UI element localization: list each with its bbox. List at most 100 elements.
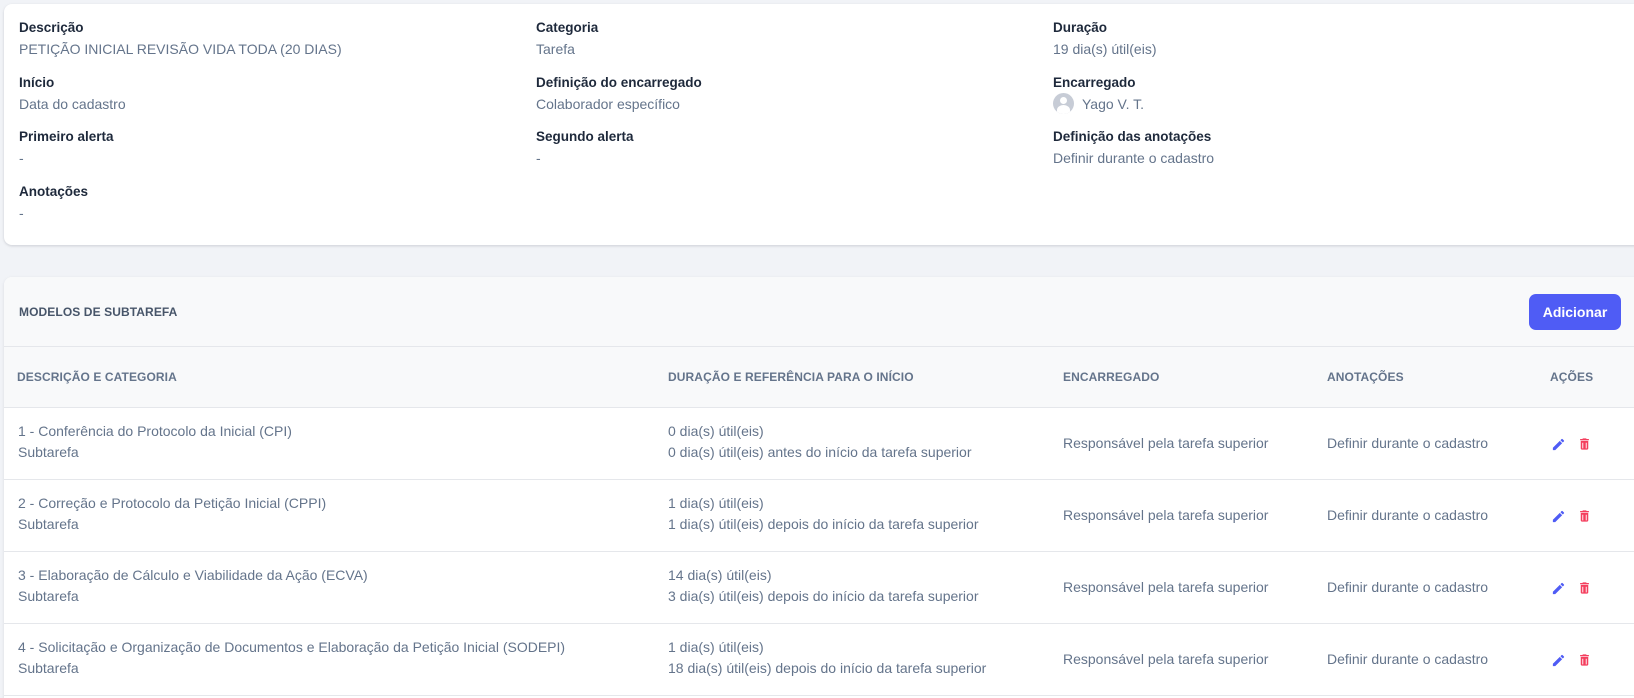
field-encarregado: Encarregado Yago V. T. bbox=[1053, 74, 1553, 114]
row-description-cell: 4 - Solicitação e Organização de Documen… bbox=[18, 637, 565, 679]
table-row[interactable]: 3 - Elaboração de Cálculo e Viabilidade … bbox=[4, 552, 1634, 624]
primeiro-alerta-value: - bbox=[19, 150, 24, 166]
row-reference: 0 dia(s) útil(eis) antes do início da ta… bbox=[668, 444, 972, 460]
trash-icon[interactable] bbox=[1576, 507, 1592, 525]
task-details-card: Descrição PETIÇÃO INICIAL REVISÃO VIDA T… bbox=[4, 4, 1634, 245]
descricao-value: PETIÇÃO INICIAL REVISÃO VIDA TODA (20 DI… bbox=[19, 41, 342, 57]
field-label: Descrição bbox=[19, 20, 84, 35]
row-description-cell: 1 - Conferência do Protocolo da Inicial … bbox=[18, 421, 292, 463]
column-header-duracao[interactable]: DURAÇÃO E REFERÊNCIA PARA O INÍCIO bbox=[668, 370, 914, 384]
field-value: Yago V. T. bbox=[1053, 93, 1553, 114]
row-category: Subtarefa bbox=[18, 660, 79, 676]
row-notes: Definir durante o cadastro bbox=[1327, 435, 1489, 451]
field-duracao: Duração 19 dia(s) útil(eis) bbox=[1053, 19, 1553, 58]
row-reference: 3 dia(s) útil(eis) depois do início da t… bbox=[668, 588, 979, 604]
definicao-anotacoes-value: Definir durante o cadastro bbox=[1053, 150, 1215, 166]
row-reference: 1 dia(s) útil(eis) depois do início da t… bbox=[668, 516, 979, 532]
row-category: Subtarefa bbox=[18, 444, 79, 460]
field-value: - bbox=[536, 149, 1036, 167]
inicio-value: Data do cadastro bbox=[19, 96, 126, 112]
field-label: Segundo alerta bbox=[536, 129, 634, 144]
row-assignee: Responsável pela tarefa superior bbox=[1063, 579, 1269, 595]
field-value: 19 dia(s) útil(eis) bbox=[1053, 40, 1553, 58]
row-duration: 14 dia(s) útil(eis) bbox=[668, 567, 772, 583]
row-notes: Definir durante o cadastro bbox=[1327, 651, 1489, 667]
field-definicao-encarregado: Definição do encarregado Colaborador esp… bbox=[536, 74, 1036, 113]
row-duration-cell: 14 dia(s) útil(eis) 3 dia(s) útil(eis) d… bbox=[668, 565, 979, 607]
pencil-icon[interactable] bbox=[1550, 651, 1566, 669]
trash-icon[interactable] bbox=[1576, 651, 1592, 669]
row-notes: Definir durante o cadastro bbox=[1327, 579, 1489, 595]
duracao-value: 19 dia(s) útil(eis) bbox=[1053, 41, 1157, 57]
field-value: Definir durante o cadastro bbox=[1053, 149, 1553, 167]
row-notes: Definir durante o cadastro bbox=[1327, 507, 1489, 523]
field-value: Tarefa bbox=[536, 40, 1036, 58]
field-value: - bbox=[19, 204, 519, 222]
subtasks-title: MODELOS DE SUBTAREFA bbox=[19, 305, 178, 319]
add-subtask-button[interactable]: Adicionar bbox=[1529, 294, 1621, 330]
row-assignee: Responsável pela tarefa superior bbox=[1063, 435, 1269, 451]
column-header-encarregado[interactable]: ENCARREGADO bbox=[1063, 370, 1159, 384]
table-row[interactable]: 1 - Conferência do Protocolo da Inicial … bbox=[4, 408, 1634, 480]
trash-icon[interactable] bbox=[1576, 435, 1592, 453]
user-avatar-icon bbox=[1053, 93, 1074, 114]
pencil-icon[interactable] bbox=[1550, 507, 1566, 525]
row-description: 4 - Solicitação e Organização de Documen… bbox=[18, 639, 566, 655]
row-actions bbox=[1550, 435, 1592, 453]
table-row[interactable]: 2 - Correção e Protocolo da Petição Inic… bbox=[4, 480, 1634, 552]
field-label: Primeiro alerta bbox=[19, 129, 114, 144]
pencil-icon[interactable] bbox=[1550, 579, 1566, 597]
row-category: Subtarefa bbox=[18, 588, 79, 604]
field-label: Duração bbox=[1053, 20, 1108, 35]
field-primeiro-alerta: Primeiro alerta - bbox=[19, 128, 519, 167]
row-description-cell: 3 - Elaboração de Cálculo e Viabilidade … bbox=[18, 565, 368, 607]
row-actions bbox=[1550, 651, 1592, 669]
row-duration: 1 dia(s) útil(eis) bbox=[668, 639, 764, 655]
categoria-value: Tarefa bbox=[536, 41, 575, 57]
trash-icon[interactable] bbox=[1576, 579, 1592, 597]
row-duration-cell: 1 dia(s) útil(eis) 18 dia(s) útil(eis) d… bbox=[668, 637, 986, 679]
row-description: 1 - Conferência do Protocolo da Inicial … bbox=[18, 423, 292, 439]
field-segundo-alerta: Segundo alerta - bbox=[536, 128, 1036, 167]
row-assignee: Responsável pela tarefa superior bbox=[1063, 651, 1269, 667]
pencil-icon[interactable] bbox=[1550, 435, 1566, 453]
field-categoria: Categoria Tarefa bbox=[536, 19, 1036, 58]
row-actions bbox=[1550, 579, 1592, 597]
table-header: DESCRIÇÃO E CATEGORIA DURAÇÃO E REFERÊNC… bbox=[4, 347, 1634, 408]
field-label: Categoria bbox=[536, 20, 599, 35]
field-anotacoes: Anotações - bbox=[19, 183, 519, 222]
column-header-anotacoes[interactable]: ANOTAÇÕES bbox=[1327, 370, 1404, 384]
row-duration: 0 dia(s) útil(eis) bbox=[668, 423, 764, 439]
anotacoes-value: - bbox=[19, 205, 24, 221]
field-value: Colaborador específico bbox=[536, 95, 1036, 113]
row-description: 2 - Correção e Protocolo da Petição Inic… bbox=[18, 495, 327, 511]
field-label: Anotações bbox=[19, 184, 89, 199]
row-description-cell: 2 - Correção e Protocolo da Petição Inic… bbox=[18, 493, 326, 535]
column-header-descricao[interactable]: DESCRIÇÃO E CATEGORIA bbox=[17, 370, 177, 384]
row-duration-cell: 1 dia(s) útil(eis) 1 dia(s) útil(eis) de… bbox=[668, 493, 979, 535]
segundo-alerta-value: - bbox=[536, 150, 541, 166]
row-description: 3 - Elaboração de Cálculo e Viabilidade … bbox=[18, 567, 368, 583]
field-descricao: Descrição PETIÇÃO INICIAL REVISÃO VIDA T… bbox=[19, 19, 519, 58]
row-actions bbox=[1550, 507, 1592, 525]
field-label: Definição das anotações bbox=[1053, 129, 1212, 144]
field-value: Data do cadastro bbox=[19, 95, 519, 113]
field-definicao-anotacoes: Definição das anotações Definir durante … bbox=[1053, 128, 1553, 167]
row-reference: 18 dia(s) útil(eis) depois do início da … bbox=[668, 660, 987, 676]
row-duration: 1 dia(s) útil(eis) bbox=[668, 495, 764, 511]
column-header-acoes: AÇÕES bbox=[1550, 370, 1594, 384]
row-assignee: Responsável pela tarefa superior bbox=[1063, 507, 1269, 523]
field-value: - bbox=[19, 149, 519, 167]
subtasks-header: MODELOS DE SUBTAREFA Adicionar bbox=[4, 277, 1634, 347]
field-label: Encarregado bbox=[1053, 75, 1136, 90]
row-duration-cell: 0 dia(s) útil(eis) 0 dia(s) útil(eis) an… bbox=[668, 421, 971, 463]
field-label: Início bbox=[19, 75, 55, 90]
row-category: Subtarefa bbox=[18, 516, 79, 532]
subtasks-card: MODELOS DE SUBTAREFA Adicionar DESCRIÇÃO… bbox=[4, 277, 1634, 698]
definicao-encarregado-value: Colaborador específico bbox=[536, 96, 680, 112]
table-row[interactable]: 4 - Solicitação e Organização de Documen… bbox=[4, 624, 1634, 696]
field-value: PETIÇÃO INICIAL REVISÃO VIDA TODA (20 DI… bbox=[19, 40, 519, 58]
field-inicio: Início Data do cadastro bbox=[19, 74, 519, 113]
field-label: Definição do encarregado bbox=[536, 75, 702, 90]
encarregado-value: Yago V. T. bbox=[1082, 95, 1145, 112]
